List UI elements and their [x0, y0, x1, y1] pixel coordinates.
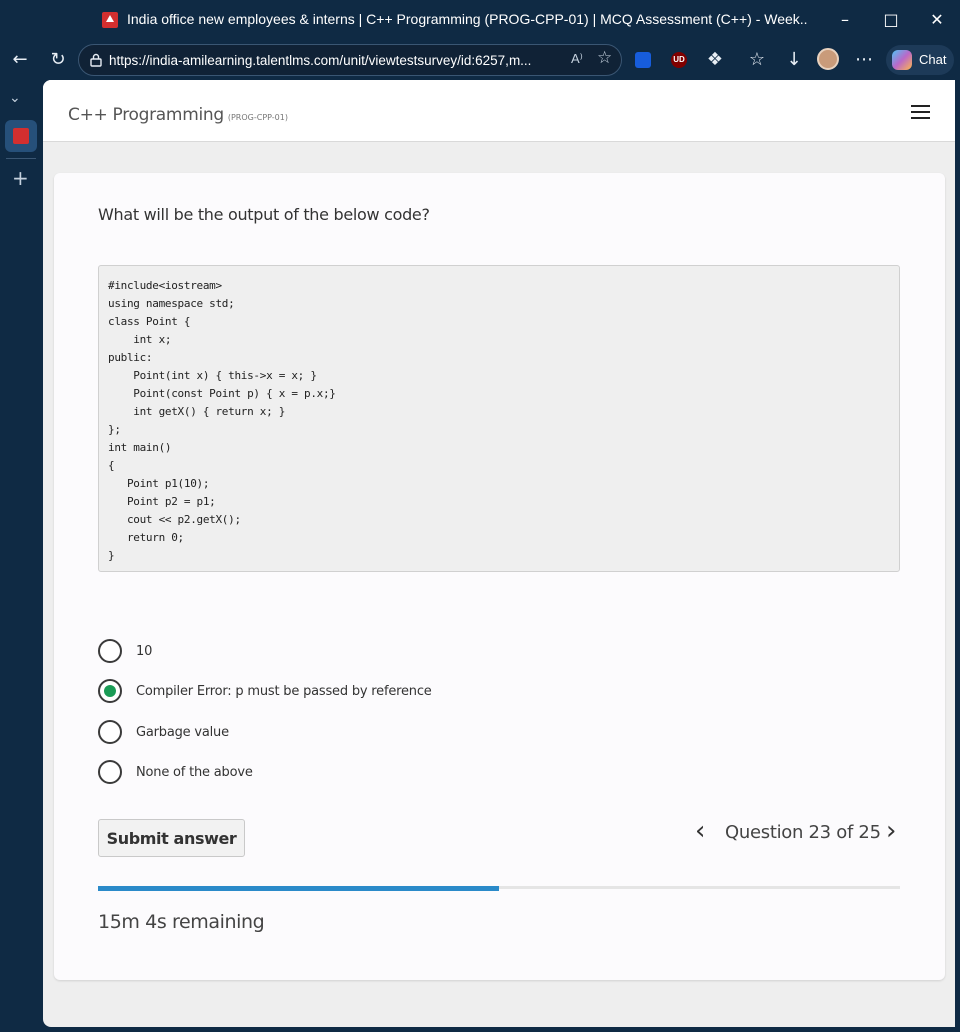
progress-bar: [98, 886, 900, 891]
option-label: Compiler Error: p must be passed by refe…: [136, 684, 432, 699]
browser-toolbar: ← ↻ https://india-amilearning.talentlms.…: [0, 40, 960, 80]
refresh-icon[interactable]: ↻: [46, 48, 70, 72]
ublock-icon[interactable]: UD: [671, 52, 687, 68]
back-icon[interactable]: ←: [8, 48, 32, 72]
copilot-icon: [892, 50, 912, 70]
progress-fill: [98, 886, 499, 891]
read-aloud-icon[interactable]: A⁾: [571, 51, 583, 67]
vertical-tabs-sidebar: ⌄ +: [0, 80, 42, 1032]
submit-answer-button[interactable]: Submit answer: [98, 819, 245, 857]
window-titlebar: India office new employees & interns | C…: [0, 0, 960, 40]
question-card: What will be the output of the below cod…: [54, 173, 945, 980]
ublock-label: UD: [673, 55, 685, 64]
bitwarden-icon[interactable]: [635, 52, 651, 68]
menu-icon[interactable]: [911, 105, 930, 119]
favorites-icon[interactable]: ☆: [745, 48, 769, 72]
course-header: C++ Programming (PROG-CPP-01): [43, 80, 955, 142]
radio-button[interactable]: [98, 639, 122, 663]
chat-label: Chat: [919, 52, 947, 67]
window-title: India office new employees & interns | C…: [127, 11, 807, 27]
answer-option[interactable]: Compiler Error: p must be passed by refe…: [98, 679, 598, 705]
close-icon[interactable]: ✕: [922, 8, 952, 32]
talentlms-favicon-icon: [102, 12, 118, 28]
course-title-text: C++ Programming: [68, 105, 224, 125]
answer-option[interactable]: None of the above: [98, 760, 598, 786]
downloads-icon[interactable]: ↓: [782, 48, 806, 72]
code-block: #include<iostream> using namespace std; …: [98, 265, 900, 572]
radio-button[interactable]: [98, 760, 122, 784]
answer-option[interactable]: 10: [98, 639, 598, 665]
answer-option[interactable]: Garbage value: [98, 720, 598, 746]
profile-avatar[interactable]: [817, 48, 839, 70]
question-counter: Question 23 of 25: [725, 822, 881, 843]
option-label: None of the above: [136, 765, 253, 780]
option-label: 10: [136, 644, 153, 659]
new-tab-icon[interactable]: +: [12, 166, 29, 190]
talentlms-tab-icon: [13, 128, 29, 144]
option-label: Garbage value: [136, 725, 229, 740]
extensions-icon[interactable]: ❖: [703, 48, 727, 72]
time-remaining: 15m 4s remaining: [98, 911, 265, 933]
url-text: https://india-amilearning.talentlms.com/…: [109, 53, 532, 68]
page-viewport: C++ Programming (PROG-CPP-01) What will b…: [43, 80, 955, 1027]
favorite-star-icon[interactable]: ☆: [597, 48, 612, 68]
minimize-icon[interactable]: –: [830, 8, 860, 32]
radio-button-selected[interactable]: [98, 679, 122, 703]
maximize-icon[interactable]: □: [876, 8, 906, 32]
active-tab[interactable]: [5, 120, 37, 152]
course-code: (PROG-CPP-01): [227, 113, 288, 122]
lock-icon: [90, 53, 102, 67]
copilot-chat-button[interactable]: Chat: [886, 45, 954, 75]
course-title: C++ Programming (PROG-CPP-01): [68, 105, 288, 125]
address-bar[interactable]: https://india-amilearning.talentlms.com/…: [78, 44, 622, 76]
next-question-icon[interactable]: ›: [886, 818, 906, 846]
radio-button[interactable]: [98, 720, 122, 744]
more-menu-icon[interactable]: ⋯: [852, 48, 876, 72]
collapse-tabs-icon[interactable]: ⌄: [9, 90, 21, 106]
sidebar-divider: [6, 158, 36, 159]
question-text: What will be the output of the below cod…: [98, 205, 430, 224]
previous-question-icon[interactable]: ‹: [695, 818, 715, 846]
